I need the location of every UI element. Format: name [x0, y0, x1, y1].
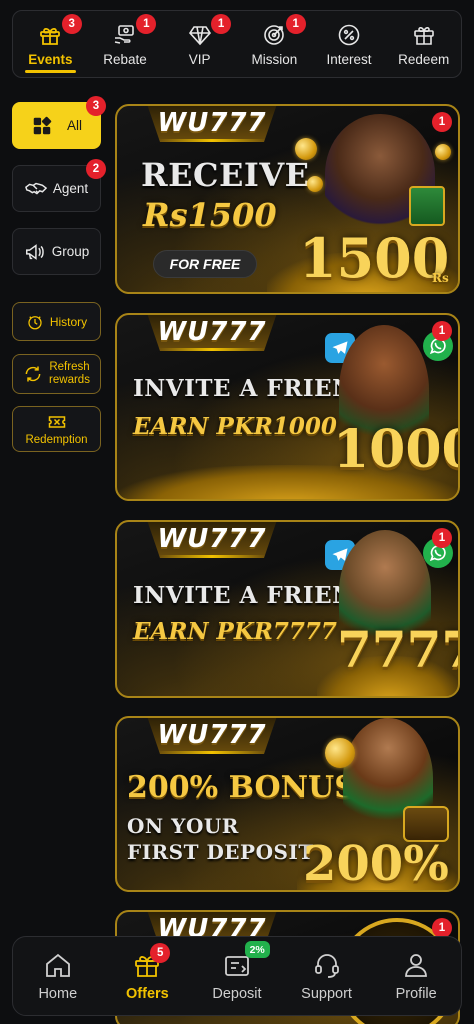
tab-label: Interest: [326, 51, 372, 67]
nav-label: Profile: [395, 986, 437, 1002]
headset-icon: [312, 950, 342, 980]
banner-big-number: 1500: [299, 226, 450, 290]
gift-box-icon: [411, 22, 437, 48]
notification-badge: 5: [150, 943, 171, 963]
gift-box-illustration: [409, 186, 445, 226]
banner-amount: Rs1500: [143, 196, 277, 234]
megaphone-icon: [24, 241, 46, 263]
banner-big-number: 1000: [333, 419, 458, 480]
refresh-label-line1: Refresh: [49, 361, 90, 373]
notification-badge: 1: [136, 14, 157, 34]
tab-interest[interactable]: Interest: [312, 11, 387, 77]
refresh-rewards-button[interactable]: Refresh rewards: [12, 354, 101, 394]
diamond-icon: [187, 22, 213, 48]
brand-logo: WU777: [147, 106, 277, 142]
sidebar-item-all[interactable]: All 3: [12, 96, 106, 149]
home-icon: [43, 950, 73, 980]
coin-icon: [307, 176, 323, 192]
history-label: History: [49, 314, 88, 329]
coin-icon: [325, 738, 355, 768]
tab-label: VIP: [188, 51, 211, 67]
gift-icon: [37, 22, 63, 48]
tab-rebate[interactable]: Rebate 1: [88, 11, 163, 77]
nav-offers[interactable]: Offers 5: [103, 937, 193, 1015]
notification-badge: 1: [432, 918, 452, 938]
banner-subline: EARN PKR1000: [133, 413, 337, 440]
nav-label: Support: [301, 986, 352, 1002]
clock-icon: [26, 313, 44, 331]
notification-badge: 3: [86, 96, 106, 116]
brand-logo: WU777: [147, 718, 277, 754]
notification-badge: 3: [61, 14, 82, 34]
notification-badge: 1: [432, 528, 452, 548]
notification-badge: 1: [432, 112, 452, 132]
money-hand-icon: [112, 22, 138, 48]
currency-suffix: Rs: [432, 271, 449, 285]
sidebar-item-label: Group: [51, 244, 90, 259]
promo-banner-receive[interactable]: WU777 RECEIVE Rs1500 FOR FREE 1500 Rs 1: [115, 104, 460, 294]
nav-label: Deposit: [212, 986, 262, 1002]
banner-headline: RECEIVE: [141, 156, 310, 194]
promo-banner-invite-7777[interactable]: WU777 INVITE A FRIEND EARN PKR7777 7777 …: [115, 520, 460, 698]
brand-logo: WU777: [147, 522, 277, 558]
ticket-icon: [47, 412, 67, 432]
for-free-pill: FOR FREE: [153, 250, 257, 278]
promo-banner-first-deposit[interactable]: WU777 200% BONUS ON YOUR FIRST DEPOSIT 2…: [115, 716, 460, 892]
tab-label: Events: [28, 51, 73, 67]
banner-big-number: 7777: [337, 620, 458, 679]
notification-badge: 1: [211, 14, 232, 34]
handshake-icon: [24, 178, 47, 200]
tab-label: Redeem: [398, 51, 450, 67]
banner-headline: INVITE A FRIEND: [133, 375, 375, 402]
nav-home[interactable]: Home: [13, 937, 103, 1015]
promo-banner-invite-1000[interactable]: WU777 INVITE A FRIEND EARN PKR1000 1000 …: [115, 313, 460, 501]
nav-support[interactable]: Support: [282, 937, 372, 1015]
refresh-rewards-label: Refresh rewards: [49, 361, 90, 387]
deposit-bonus-badge: 2%: [244, 941, 270, 958]
sidebar-item-group[interactable]: Group: [12, 228, 101, 275]
refresh-icon: [23, 364, 43, 384]
tab-mission[interactable]: Mission 1: [237, 11, 312, 77]
redemption-button[interactable]: Redemption: [12, 406, 101, 452]
notification-badge: 1: [432, 321, 452, 341]
target-icon: [261, 22, 287, 48]
coin-icon: [435, 144, 451, 160]
nav-profile[interactable]: Profile: [371, 937, 461, 1015]
history-button[interactable]: History: [12, 302, 101, 341]
grid-icon: [31, 115, 53, 137]
nav-label: Offers: [126, 986, 169, 1002]
user-icon: [401, 950, 431, 980]
sidebar-item-label: All: [66, 118, 82, 133]
percent-icon: [336, 22, 362, 48]
notification-badge: 1: [285, 14, 306, 34]
banner-subline-2: FIRST DEPOSIT: [127, 840, 314, 864]
banner-subline: EARN PKR7777: [133, 618, 337, 645]
banner-big-number: 200%: [303, 836, 449, 892]
tab-label: Rebate: [103, 51, 147, 67]
notification-badge: 2: [86, 159, 106, 179]
nav-deposit[interactable]: Deposit 2%: [192, 937, 282, 1015]
top-tab-bar: Events 3 Rebate 1 VIP 1 Mission 1 Intere…: [12, 10, 462, 78]
sidebar-item-agent[interactable]: Agent 2: [12, 159, 106, 212]
brand-logo: WU777: [147, 315, 277, 351]
tab-label: Mission: [251, 51, 298, 67]
banner-subline: ON YOUR: [127, 814, 239, 838]
banner-headline: 200% BONUS: [127, 770, 356, 805]
tab-vip[interactable]: VIP 1: [162, 11, 237, 77]
coin-icon: [295, 138, 317, 160]
bottom-nav: Home Offers 5 Deposit 2% Support Profile: [12, 936, 462, 1016]
refresh-label-line2: rewards: [49, 374, 90, 386]
tab-events[interactable]: Events 3: [13, 11, 88, 77]
banner-headline: INVITE A FRIEND: [133, 582, 375, 609]
redemption-label: Redemption: [25, 433, 88, 446]
nav-label: Home: [38, 986, 78, 1002]
sidebar-item-label: Agent: [52, 181, 89, 196]
tab-redeem[interactable]: Redeem: [386, 11, 461, 77]
